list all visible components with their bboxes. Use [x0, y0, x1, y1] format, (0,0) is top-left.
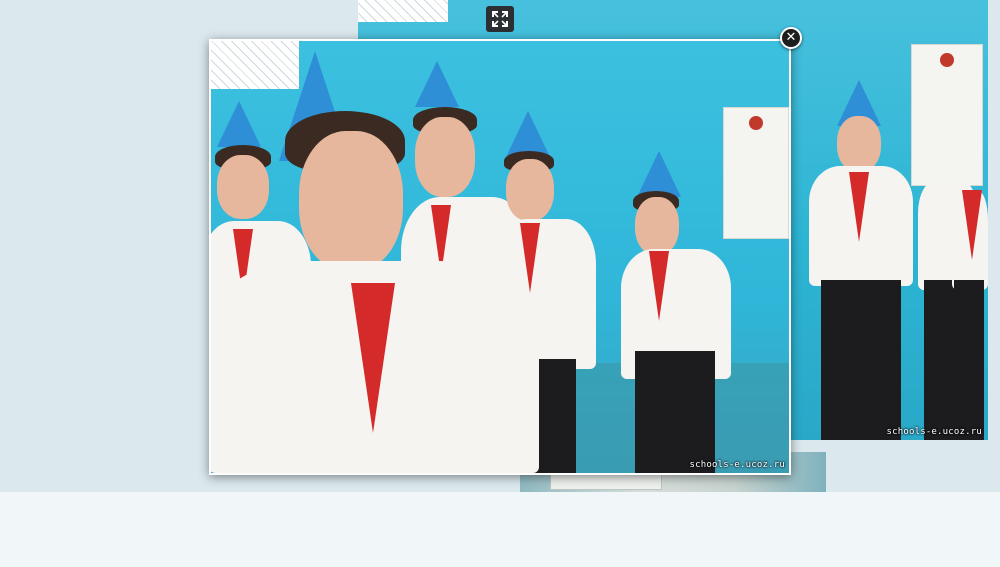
pioneer-figure: [621, 151, 741, 473]
pioneer-figure-foreground: [211, 51, 541, 473]
expand-icon: [492, 11, 508, 27]
ceiling-tiles: [358, 0, 448, 22]
photo-watermark: schools-e.ucoz.ru: [689, 460, 785, 470]
classroom-board: [550, 474, 662, 490]
lightbox-image[interactable]: schools-e.ucoz.ru: [211, 41, 789, 473]
fullscreen-button[interactable]: [486, 6, 514, 32]
pioneer-figure: [803, 80, 923, 440]
photo-watermark: schools-e.ucoz.ru: [886, 427, 982, 437]
pioneer-figure: [948, 150, 988, 440]
footer-band: [0, 492, 1000, 567]
close-button[interactable]: ✕: [780, 27, 802, 49]
emblem-icon: [749, 116, 763, 130]
lightbox-frame: schools-e.ucoz.ru: [209, 39, 791, 475]
emblem-icon: [940, 53, 954, 67]
close-icon: ✕: [785, 30, 797, 45]
